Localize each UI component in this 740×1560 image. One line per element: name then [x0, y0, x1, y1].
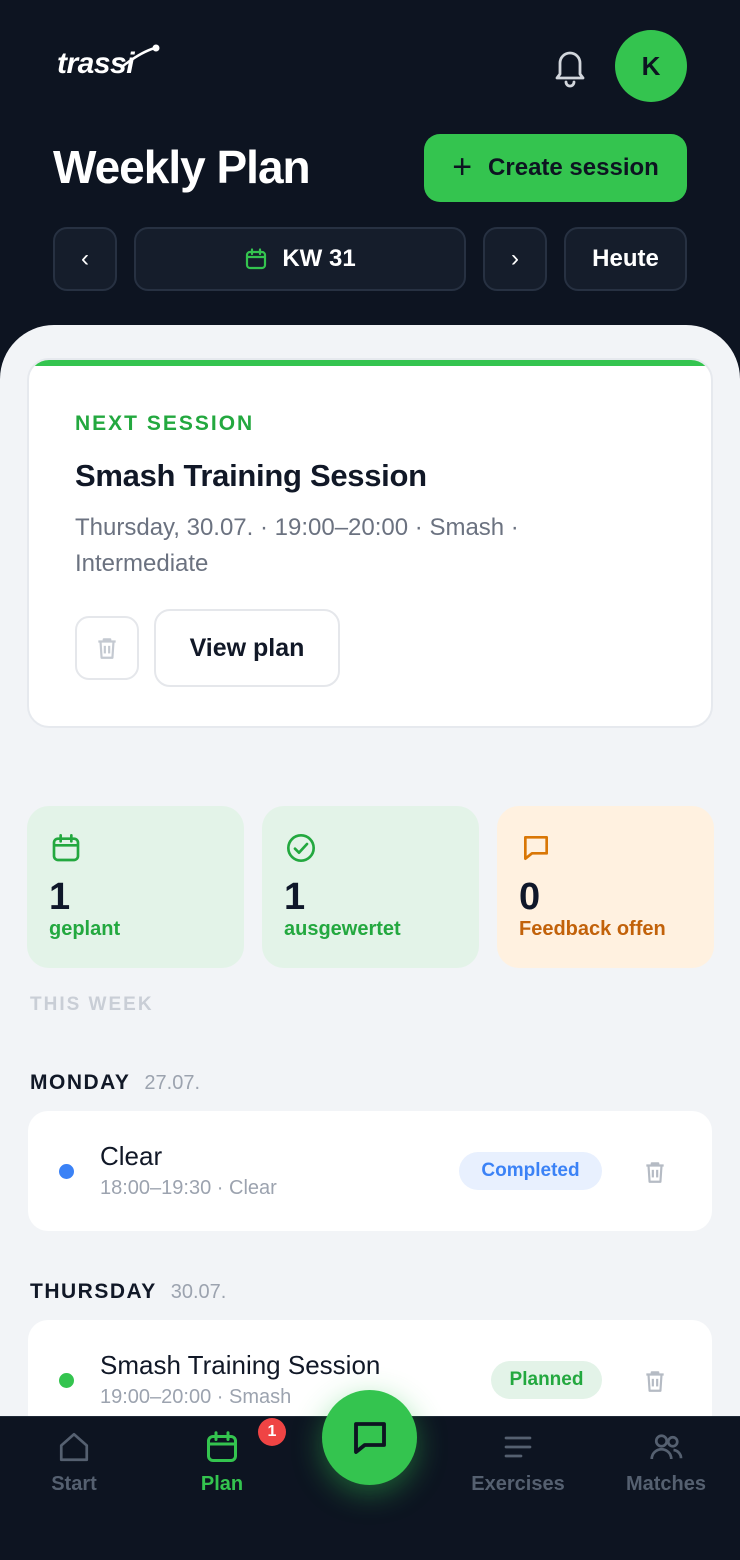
next-session-label: NEXT SESSION: [75, 412, 255, 435]
users-icon: [650, 1434, 683, 1460]
delete-session-button[interactable]: [75, 616, 139, 680]
trash-icon[interactable]: [642, 1159, 668, 1185]
tab-label: Matches: [625, 1473, 707, 1495]
next-session-title: Smash Training Session: [75, 458, 427, 493]
day-name: THURSDAY: [30, 1280, 157, 1303]
tab-label: Start: [51, 1473, 97, 1495]
next-session-meta: Thursday, 30.07. · 19:00–20:00 · Smash ·…: [75, 514, 519, 577]
trash-icon: [98, 638, 116, 659]
next-week-button[interactable]: ›: [483, 227, 547, 291]
trash-icon[interactable]: [642, 1368, 668, 1394]
day-header-thursday: THURSDAY 30.07.: [30, 1280, 226, 1304]
app-logo[interactable]: trassi: [57, 44, 160, 84]
tab-exercises[interactable]: Exercises: [444, 1417, 592, 1517]
stat-evaluated[interactable]: 1 ausgewertet: [262, 806, 479, 968]
next-session-card: NEXT SESSION Smash Training Session Thur…: [27, 358, 713, 728]
check-circle-icon: [287, 834, 315, 862]
week-selector[interactable]: KW 31: [134, 227, 466, 291]
tab-matches[interactable]: Matches: [592, 1417, 740, 1517]
create-session-label: Create session: [488, 154, 659, 181]
home-icon: [59, 1432, 89, 1462]
week-label: KW 31: [282, 245, 356, 272]
stat-planned[interactable]: 1 geplant: [27, 806, 244, 968]
stat-planned-label: geplant: [49, 918, 121, 940]
stat-feedback-value: 0: [519, 876, 541, 918]
today-button[interactable]: Heute: [564, 227, 687, 291]
day-date: 27.07.: [144, 1072, 201, 1094]
session-card-clear[interactable]: Clear 18:00–19:30 · Clear Completed: [28, 1111, 712, 1231]
previous-week-button[interactable]: ‹: [53, 227, 117, 291]
status-dot: [59, 1373, 74, 1388]
bell-icon[interactable]: [550, 44, 590, 88]
day-date: 30.07.: [170, 1281, 227, 1303]
app-header: trassi K Weekly Plan + Create session ‹ …: [0, 0, 740, 360]
chat-icon: [353, 1421, 386, 1454]
stat-feedback-label: Feedback offen: [519, 918, 666, 940]
tab-start[interactable]: Start: [0, 1417, 148, 1517]
user-avatar[interactable]: K: [615, 30, 687, 102]
page-title: Weekly Plan: [53, 141, 311, 193]
calendar-icon: [207, 1431, 237, 1462]
day-name: MONDAY: [30, 1071, 131, 1094]
stat-evaluated-value: 1: [284, 876, 306, 918]
session-meta: 19:00–20:00 · Smash: [100, 1386, 292, 1408]
day-header-monday: MONDAY 27.07.: [30, 1071, 200, 1095]
stat-evaluated-label: ausgewertet: [284, 918, 401, 940]
notification-badge: 1: [258, 1418, 286, 1446]
calendar-icon: [52, 834, 80, 862]
tab-label: Exercises: [471, 1473, 565, 1495]
view-plan-button[interactable]: View plan: [154, 609, 340, 687]
stat-planned-value: 1: [49, 876, 71, 918]
logo-swoosh-icon: [121, 44, 160, 68]
chat-icon: [524, 836, 548, 860]
chat-fab-button[interactable]: [322, 1390, 417, 1485]
list-icon: [504, 1436, 532, 1458]
status-dot: [59, 1164, 74, 1179]
session-title: Clear: [100, 1141, 163, 1171]
status-badge: Completed: [459, 1152, 602, 1190]
section-label-this-week: THIS WEEK: [30, 994, 154, 1015]
plus-icon: +: [452, 147, 473, 186]
status-badge: Planned: [491, 1361, 602, 1399]
session-meta: 18:00–19:30 · Clear: [100, 1177, 277, 1199]
tab-label: Plan: [200, 1473, 244, 1495]
stat-feedback-open[interactable]: 0 Feedback offen: [497, 806, 714, 968]
session-title: Smash Training Session: [100, 1350, 381, 1380]
calendar-icon: [246, 248, 267, 270]
card-accent-bar: [29, 360, 711, 366]
create-session-button[interactable]: + Create session: [424, 134, 687, 202]
